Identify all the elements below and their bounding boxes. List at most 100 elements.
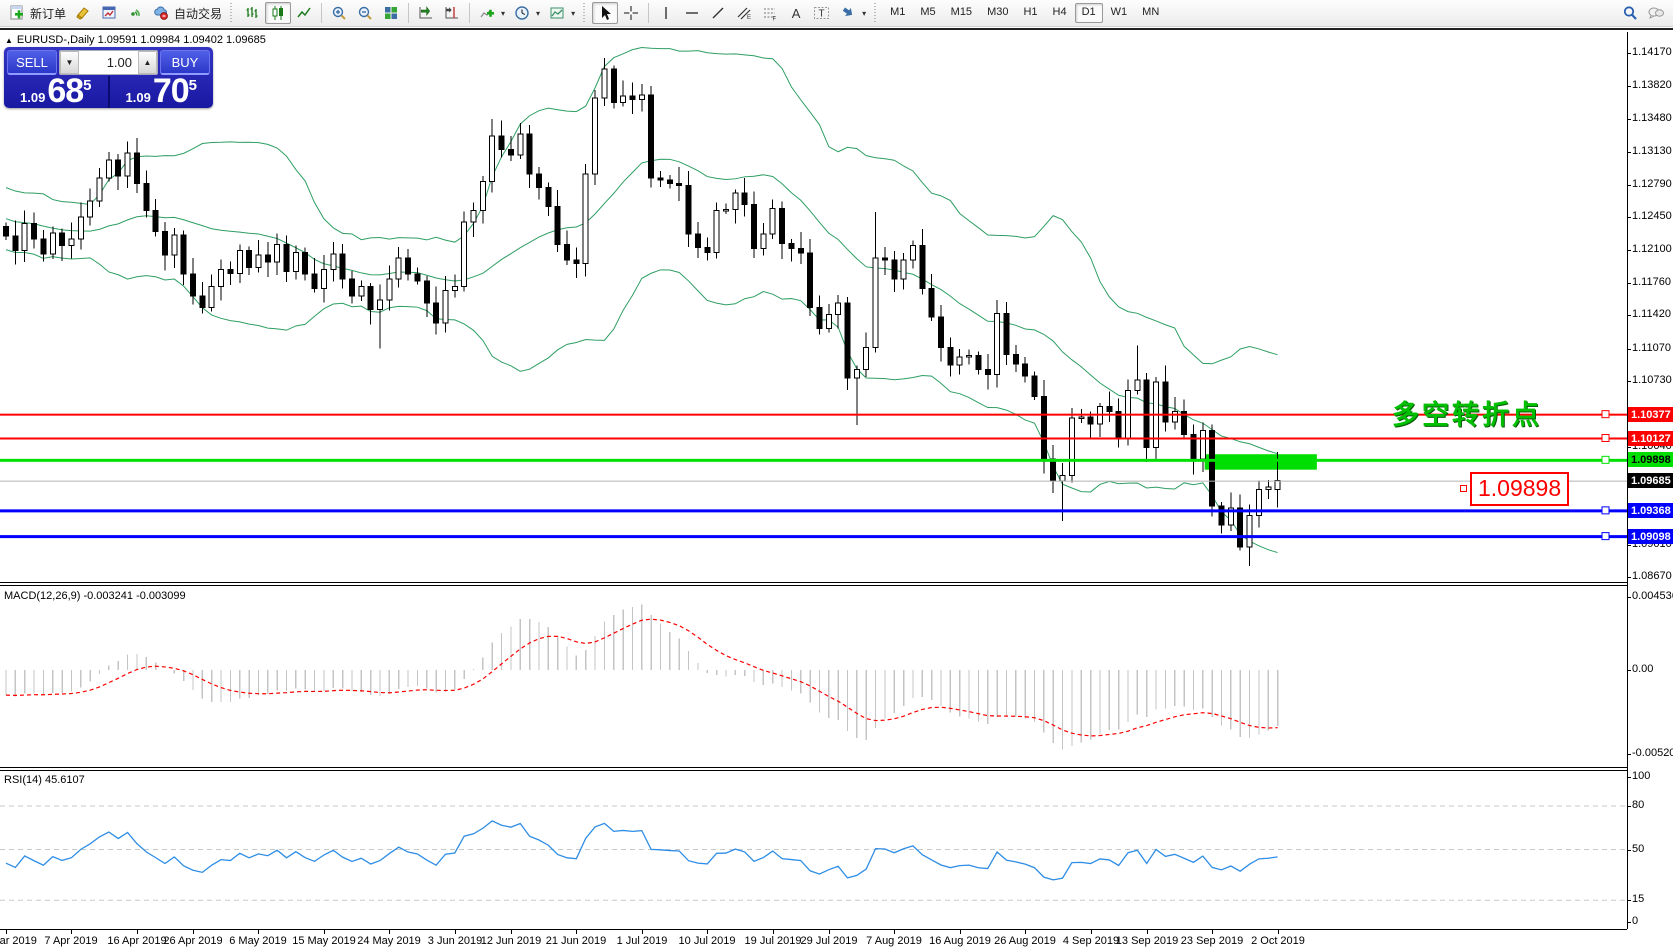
timeframe-button-d1[interactable]: D1: [1075, 3, 1103, 23]
template-icon: [548, 5, 566, 21]
axis-tick-mark: [1627, 577, 1631, 578]
search-button[interactable]: [1617, 2, 1643, 24]
buy-price[interactable]: 1.09 70 5: [110, 76, 214, 108]
zoom-out-button[interactable]: [352, 2, 378, 24]
autotrading-button[interactable]: 自动交易: [148, 2, 226, 24]
auto-scroll-button[interactable]: [413, 2, 439, 24]
vertical-line-tool-button[interactable]: [653, 2, 679, 24]
arrows-tool-button[interactable]: ▾: [835, 2, 870, 24]
candle: [555, 207, 560, 245]
line-handle-marker: [1602, 456, 1609, 463]
candle: [1200, 431, 1205, 460]
chart-window[interactable]: ▲ EURUSD-,Daily 1.09591 1.09984 1.09402 …: [0, 28, 1673, 947]
cursor-tool-button[interactable]: [592, 2, 618, 24]
price-axis-badge: 1.10377: [1628, 407, 1673, 422]
chat-button[interactable]: [1643, 2, 1669, 24]
timeframe-button-m1[interactable]: M1: [883, 3, 912, 23]
price-tick-label: 1.13480: [1632, 112, 1673, 124]
periods-button[interactable]: ▾: [509, 2, 544, 24]
volume-decrease-button[interactable]: ▼: [60, 51, 79, 74]
timeframe-button-h1[interactable]: H1: [1016, 3, 1044, 23]
candle: [480, 182, 485, 211]
price-tag-anchor-marker[interactable]: [1460, 485, 1467, 492]
toolbar-drag-handle[interactable]: [583, 3, 588, 23]
sell-price[interactable]: 1.09 68 5: [4, 76, 108, 108]
label-tool-button[interactable]: T: [809, 2, 835, 24]
new-order-button[interactable]: 新订单: [4, 2, 70, 24]
timeframe-button-m5[interactable]: M5: [913, 3, 942, 23]
price-tick-label: 0.00: [1632, 663, 1673, 675]
candle: [191, 274, 196, 296]
candle: [705, 248, 710, 253]
date-label: 12 Jun 2019: [481, 935, 542, 947]
toolbar-separator: [469, 3, 470, 23]
rsi-panel-separator[interactable]: [0, 767, 1627, 771]
chart-canvas: [0, 30, 1673, 949]
axis-tick-mark: [1627, 777, 1631, 778]
rsi-label: RSI(14) 45.6107: [4, 774, 85, 786]
volume-increase-button[interactable]: ▲: [138, 51, 157, 74]
toolbar-separator: [648, 3, 649, 23]
bar-chart-button[interactable]: [239, 2, 265, 24]
price-tick-label: 1.10730: [1632, 374, 1673, 386]
templates-button[interactable]: ▾: [544, 2, 579, 24]
candle: [864, 348, 869, 370]
text-tool-button[interactable]: A: [783, 2, 809, 24]
trendline-tool-button[interactable]: [705, 2, 731, 24]
collapse-triangle-icon[interactable]: ▲: [5, 36, 13, 45]
candle: [22, 224, 27, 251]
chart-shift-button[interactable]: [439, 2, 465, 24]
candlestick-chart-button[interactable]: [265, 2, 291, 24]
brush-icon: [74, 5, 92, 21]
cursor-icon: [596, 5, 614, 21]
tile-windows-button[interactable]: [378, 2, 404, 24]
styler-button[interactable]: [70, 2, 96, 24]
toolbar-drag-handle[interactable]: [874, 3, 879, 23]
indicators-button[interactable]: ▾: [474, 2, 509, 24]
supply-zone-rectangle: [1205, 454, 1317, 469]
toolbar-drag-handle[interactable]: [230, 3, 235, 23]
candle: [200, 296, 205, 307]
timeframe-button-m30[interactable]: M30: [980, 3, 1015, 23]
zoom-in-button[interactable]: [326, 2, 352, 24]
candle: [125, 153, 130, 176]
candle: [434, 303, 439, 323]
candle: [1266, 487, 1271, 490]
candle: [162, 231, 167, 255]
new-chart-button[interactable]: [96, 2, 122, 24]
channel-tool-button[interactable]: E: [731, 2, 757, 24]
axis-tick-mark: [1627, 250, 1631, 251]
price-tag-annotation[interactable]: 1.09898: [1470, 472, 1569, 506]
candle: [41, 239, 46, 254]
timeframe-button-w1[interactable]: W1: [1104, 3, 1135, 23]
fibonacci-tool-button[interactable]: F: [757, 2, 783, 24]
timeframe-button-mn[interactable]: MN: [1135, 3, 1166, 23]
macd-panel-separator[interactable]: [0, 582, 1627, 586]
date-label: 19 Jul 2019: [745, 935, 802, 947]
signals-button[interactable]: [122, 2, 148, 24]
candle: [312, 274, 317, 288]
timeframe-button-m15[interactable]: M15: [944, 3, 979, 23]
candle: [967, 355, 972, 357]
horizontal-line-tool-button[interactable]: [679, 2, 705, 24]
candle: [1041, 396, 1046, 459]
volume-input[interactable]: [79, 51, 138, 74]
axis-tick-mark: [1627, 185, 1631, 186]
candle: [1013, 354, 1018, 364]
crosshair-tool-button[interactable]: [618, 2, 644, 24]
svg-text:T: T: [819, 9, 825, 20]
date-label: 28 Mar 2019: [0, 935, 37, 947]
price-tick-label: 100: [1632, 770, 1673, 782]
line-handle-marker: [1602, 435, 1609, 442]
candle: [378, 300, 383, 310]
price-tick-label: 15: [1632, 893, 1673, 905]
chevron-down-icon: ▾: [862, 9, 866, 18]
candle: [1126, 391, 1131, 440]
buy-price-sup: 5: [189, 77, 197, 94]
line-chart-button[interactable]: [291, 2, 317, 24]
arrow-shapes-icon: [839, 5, 857, 21]
crosshair-icon: [622, 5, 640, 21]
timeframe-button-h4[interactable]: H4: [1046, 3, 1074, 23]
candle: [527, 134, 532, 174]
turning-point-annotation[interactable]: 多空转折点: [1392, 393, 1542, 432]
